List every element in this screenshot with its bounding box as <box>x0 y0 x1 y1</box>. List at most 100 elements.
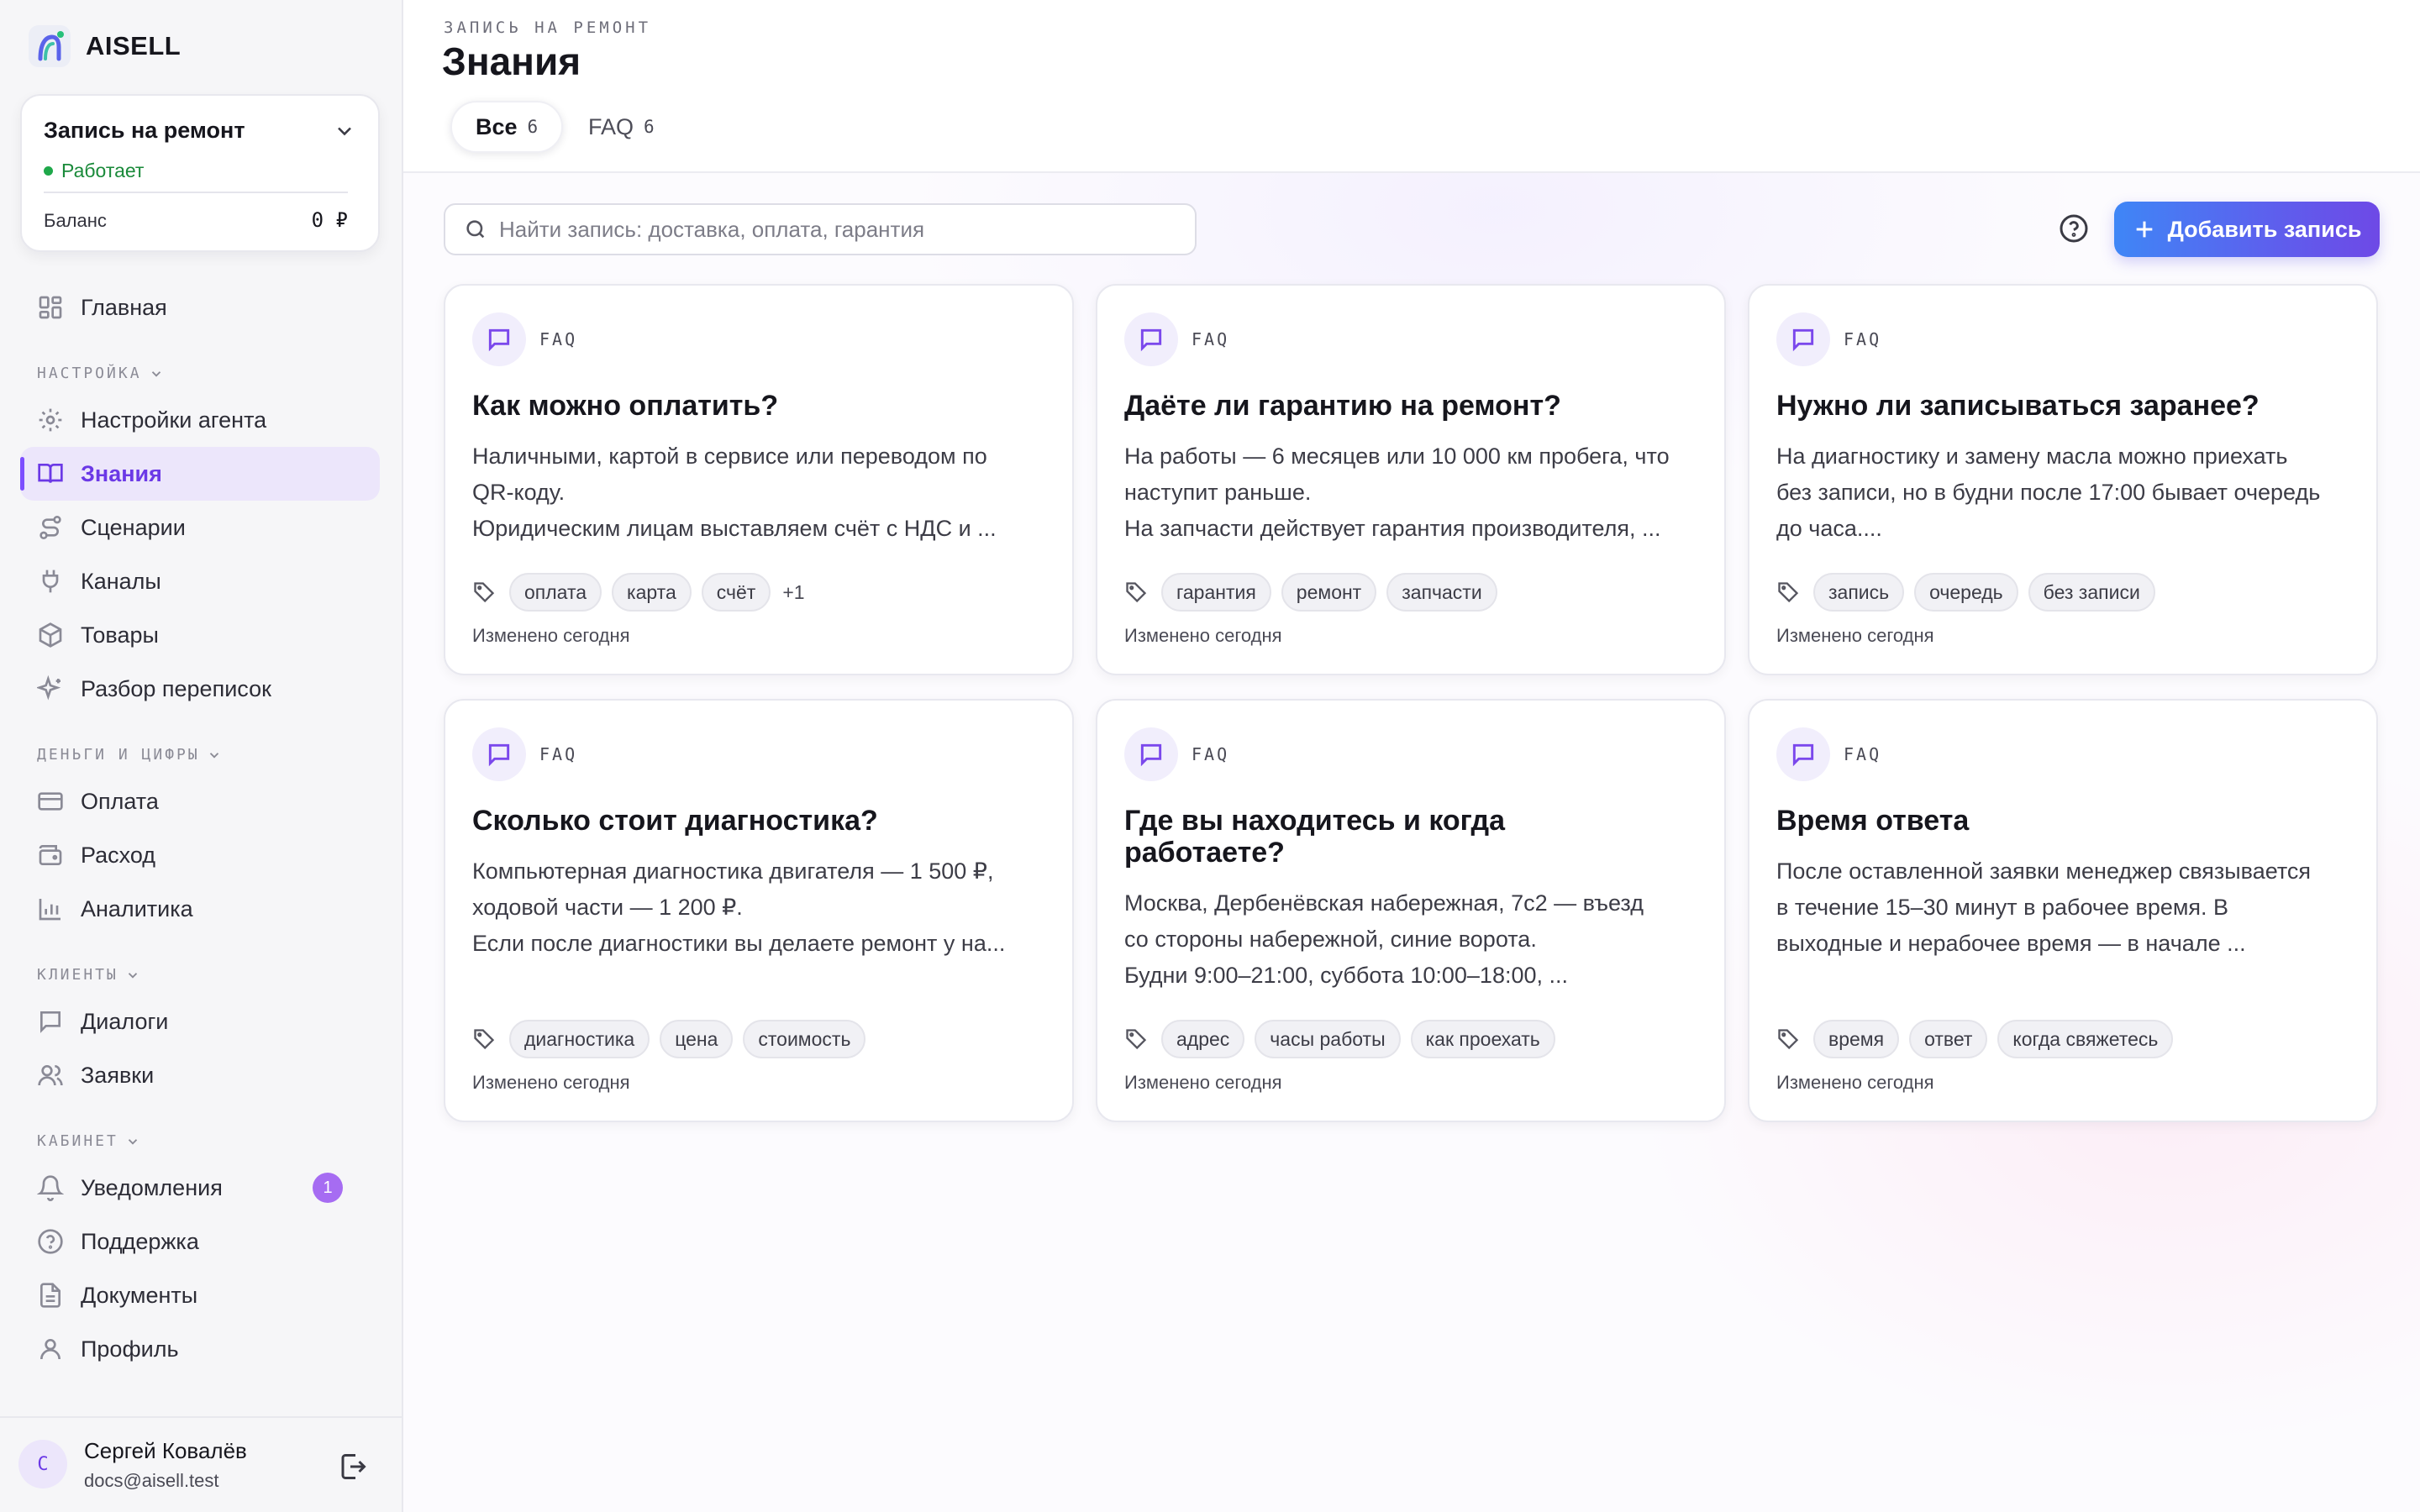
nav-item-requests[interactable]: Заявки <box>20 1048 380 1102</box>
tab-faq[interactable]: FAQ 6 <box>565 101 678 153</box>
knowledge-card[interactable]: FAQ Как можно оплатить? Наличными, карто… <box>444 284 1074 675</box>
section-cabinet[interactable]: КАБИНЕТ <box>37 1132 140 1150</box>
section-label: КАБИНЕТ <box>37 1132 118 1150</box>
section-money[interactable]: ДЕНЬГИ И ЦИФРЫ <box>37 746 222 764</box>
nav-item-notifications[interactable]: Уведомления 1 <box>20 1161 380 1215</box>
notification-badge: 1 <box>313 1173 343 1203</box>
knowledge-card[interactable]: FAQ Время ответа После оставленной заявк… <box>1748 699 2378 1122</box>
message-icon <box>1792 743 1814 767</box>
page-header: ЗАПИСЬ НА РЕМОНТ Знания Все 6 FAQ 6 <box>403 0 2420 173</box>
section-label: КЛИЕНТЫ <box>37 966 118 984</box>
tag[interactable]: карта <box>612 573 692 612</box>
search-box <box>444 203 1197 255</box>
card-body-line: После оставленной заявки менеджер связыв… <box>1776 858 2312 884</box>
help-circle-icon <box>2060 214 2088 243</box>
tab-label: FAQ <box>588 113 634 139</box>
nav-item-payment[interactable]: Оплата <box>20 774 380 828</box>
nav-item-support[interactable]: Поддержка <box>20 1215 380 1268</box>
tag[interactable]: часы работы <box>1255 1020 1401 1058</box>
message-icon <box>488 743 510 767</box>
search-input[interactable] <box>499 216 1171 243</box>
nav-label: Поддержка <box>81 1228 199 1254</box>
nav-item-agent-settings[interactable]: Настройки агента <box>20 393 380 447</box>
chevron-down-icon <box>209 752 218 759</box>
tag[interactable]: диагностика <box>509 1020 650 1058</box>
nav-item-documents[interactable]: Документы <box>20 1268 380 1322</box>
tag[interactable]: счёт <box>701 573 771 612</box>
chevron-down-icon[interactable] <box>333 119 356 143</box>
nav-item-chat-review[interactable]: Разбор переписок <box>20 662 380 716</box>
tag[interactable]: гарантия <box>1161 573 1271 612</box>
nav-item-knowledge[interactable]: Знания <box>20 447 380 501</box>
credit-card-icon <box>38 792 63 811</box>
nav-item-home[interactable]: Главная <box>20 281 380 334</box>
tag[interactable]: цена <box>660 1020 734 1058</box>
message-icon <box>1140 328 1162 352</box>
balance-value: 0 ₽ <box>311 208 348 232</box>
logout-button[interactable] <box>338 1452 368 1482</box>
tag[interactable]: без записи <box>2028 573 2155 612</box>
nav-item-channels[interactable]: Каналы <box>20 554 380 608</box>
brand-name: AISELL <box>86 31 182 60</box>
main-content: ЗАПИСЬ НА РЕМОНТ Знания Все 6 FAQ 6 Доба… <box>403 0 2420 1512</box>
nav-label: Каналы <box>81 568 161 594</box>
help-button[interactable] <box>2059 213 2089 244</box>
bar-chart-icon <box>39 899 60 921</box>
nav-item-expense[interactable]: Расход <box>20 828 380 882</box>
knowledge-card[interactable]: FAQ Нужно ли записываться заранее? На ди… <box>1748 284 2378 675</box>
section-settings[interactable]: НАСТРОЙКА <box>37 365 164 382</box>
nav-item-profile[interactable]: Профиль <box>20 1322 380 1376</box>
nav-item-analytics[interactable]: Аналитика <box>20 882 380 936</box>
tag-icon <box>1126 1029 1147 1050</box>
agent-selector[interactable]: Запись на ремонт Работает Баланс 0 ₽ <box>20 94 380 252</box>
card-body-line: до часа.... <box>1776 516 1882 541</box>
tag[interactable]: ремонт <box>1281 573 1377 612</box>
card-body-line: На работы — 6 месяцев или 10 000 км проб… <box>1124 444 1670 469</box>
nav-item-products[interactable]: Товары <box>20 608 380 662</box>
card-type: FAQ <box>1844 329 1882 349</box>
nav-item-scenarios[interactable]: Сценарии <box>20 501 380 554</box>
tag[interactable]: время <box>1813 1020 1900 1058</box>
card-title: Нужно ли записываться заранее? <box>1776 390 2260 422</box>
tag[interactable]: запись <box>1813 573 1905 612</box>
card-type: FAQ <box>539 329 578 349</box>
avatar[interactable]: С <box>18 1440 67 1488</box>
add-entry-label: Добавить запись <box>2167 216 2362 242</box>
nav-item-dialogs[interactable]: Диалоги <box>20 995 380 1048</box>
knowledge-card[interactable]: FAQ Даёте ли гарантию на ремонт? На рабо… <box>1096 284 1726 675</box>
card-tags: адрес часы работы как проехать <box>1124 1020 1555 1058</box>
card-title: Сколько стоит диагностика? <box>472 805 878 837</box>
knowledge-card[interactable]: FAQ Сколько стоит диагностика? Компьютер… <box>444 699 1074 1122</box>
tag-icon <box>474 582 495 603</box>
tag-icon <box>474 1029 495 1050</box>
tag[interactable]: как проехать <box>1410 1020 1555 1058</box>
modified-date: Изменено сегодня <box>472 625 630 646</box>
tag[interactable]: ответ <box>1909 1020 1988 1058</box>
user-block: С Сергей Ковалёв docs@aisell.test <box>0 1416 403 1512</box>
tag[interactable]: запчасти <box>1386 573 1497 612</box>
add-entry-button[interactable]: Добавить запись <box>2114 202 2380 257</box>
user-email: docs@aisell.test <box>84 1470 219 1491</box>
wallet-icon <box>39 845 62 865</box>
nav-label: Расход <box>81 842 156 868</box>
card-body-line: без записи, но в будни после 17:00 бывае… <box>1776 480 2321 505</box>
card-body-line: Юридическим лицам выставляем счёт с НДС … <box>472 516 997 541</box>
brand[interactable]: AISELL <box>29 25 181 67</box>
users-icon <box>38 1065 63 1086</box>
modified-date: Изменено сегодня <box>1776 1072 1934 1093</box>
tag[interactable]: стоимость <box>743 1020 866 1058</box>
nav-label: Диалоги <box>81 1008 169 1034</box>
route-icon <box>39 516 61 539</box>
more-tags-count[interactable]: +1 <box>782 581 804 604</box>
tag[interactable]: когда свяжетесь <box>1997 1020 2174 1058</box>
page-title: Знания <box>442 39 581 83</box>
modified-date: Изменено сегодня <box>472 1072 630 1093</box>
card-body-line: На запчасти действует гарантия производи… <box>1124 516 1661 541</box>
section-clients[interactable]: КЛИЕНТЫ <box>37 966 140 984</box>
knowledge-card[interactable]: FAQ Где вы находитесь и когда работаете?… <box>1096 699 1726 1122</box>
tag[interactable]: очередь <box>1914 573 2018 612</box>
bell-icon <box>37 1175 64 1201</box>
tag[interactable]: адрес <box>1161 1020 1245 1058</box>
tab-all[interactable]: Все 6 <box>450 101 564 153</box>
tag[interactable]: оплата <box>509 573 602 612</box>
